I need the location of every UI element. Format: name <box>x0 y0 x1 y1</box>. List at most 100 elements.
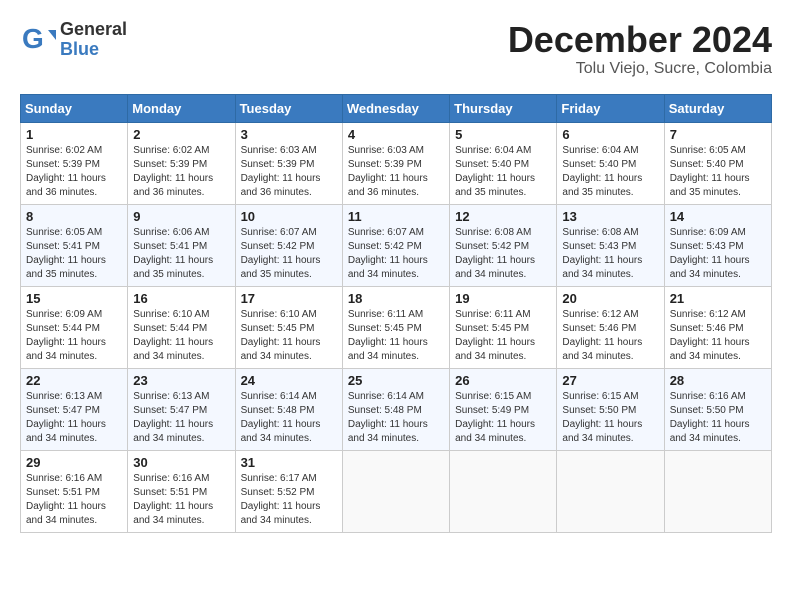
day-number: 1 <box>26 127 122 142</box>
calendar-day-cell: 4 Sunrise: 6:03 AM Sunset: 5:39 PM Daylig… <box>342 122 449 204</box>
calendar-day-cell: 26Sunrise: 6:15 AM Sunset: 5:49 PM Dayli… <box>450 368 557 450</box>
day-details: Sunrise: 6:02 AM Sunset: 5:39 PM Dayligh… <box>133 144 229 200</box>
calendar-day-cell <box>557 450 664 532</box>
day-details: Sunrise: 6:05 AM Sunset: 5:40 PM Dayligh… <box>670 144 766 200</box>
calendar-day-cell: 9 Sunrise: 6:06 AM Sunset: 5:41 PM Daylig… <box>128 204 235 286</box>
calendar-day-cell: 17 Sunrise: 6:10 AM Sunset: 5:45 PM Dayli… <box>235 286 342 368</box>
day-details: Sunrise: 6:07 AM Sunset: 5:42 PM Dayligh… <box>348 226 444 282</box>
day-details: Sunrise: 6:08 AM Sunset: 5:42 PM Dayligh… <box>455 226 551 282</box>
day-number: 17 <box>241 291 337 306</box>
logo-general-text: General <box>60 20 127 40</box>
calendar-day-cell: 13Sunrise: 6:08 AM Sunset: 5:43 PM Dayli… <box>557 204 664 286</box>
day-details: Sunrise: 6:10 AM Sunset: 5:44 PM Dayligh… <box>133 308 229 364</box>
weekday-header: Tuesday <box>235 94 342 122</box>
day-number: 11 <box>348 209 444 224</box>
day-number: 21 <box>670 291 766 306</box>
day-number: 20 <box>562 291 658 306</box>
calendar-day-cell: 24 Sunrise: 6:14 AM Sunset: 5:48 PM Dayli… <box>235 368 342 450</box>
day-details: Sunrise: 6:12 AM Sunset: 5:46 PM Dayligh… <box>670 308 766 364</box>
day-number: 23 <box>133 373 229 388</box>
day-details: Sunrise: 6:16 AM Sunset: 5:51 PM Dayligh… <box>26 472 122 528</box>
weekday-header: Friday <box>557 94 664 122</box>
calendar-day-cell: 25 Sunrise: 6:14 AM Sunset: 5:48 PM Dayli… <box>342 368 449 450</box>
calendar-day-cell: 3Sunrise: 6:03 AM Sunset: 5:39 PM Daylig… <box>235 122 342 204</box>
calendar-day-cell: 18Sunrise: 6:11 AM Sunset: 5:45 PM Dayli… <box>342 286 449 368</box>
title-block: December 2024 Tolu Viejo, Sucre, Colombi… <box>508 20 772 78</box>
calendar-day-cell: 12Sunrise: 6:08 AM Sunset: 5:42 PM Dayli… <box>450 204 557 286</box>
calendar-day-cell: 19 Sunrise: 6:11 AM Sunset: 5:45 PM Dayli… <box>450 286 557 368</box>
calendar-week-row: 15Sunrise: 6:09 AM Sunset: 5:44 PM Dayli… <box>21 286 772 368</box>
day-number: 16 <box>133 291 229 306</box>
day-details: Sunrise: 6:06 AM Sunset: 5:41 PM Dayligh… <box>133 226 229 282</box>
calendar-day-cell: 16 Sunrise: 6:10 AM Sunset: 5:44 PM Dayli… <box>128 286 235 368</box>
calendar-day-cell <box>450 450 557 532</box>
day-number: 19 <box>455 291 551 306</box>
calendar-day-cell: 14 Sunrise: 6:09 AM Sunset: 5:43 PM Dayli… <box>664 204 771 286</box>
day-number: 31 <box>241 455 337 470</box>
day-number: 24 <box>241 373 337 388</box>
day-number: 27 <box>562 373 658 388</box>
calendar-day-cell: 5 Sunrise: 6:04 AM Sunset: 5:40 PM Daylig… <box>450 122 557 204</box>
day-details: Sunrise: 6:03 AM Sunset: 5:39 PM Dayligh… <box>241 144 337 200</box>
svg-text:G: G <box>22 23 44 54</box>
day-details: Sunrise: 6:16 AM Sunset: 5:50 PM Dayligh… <box>670 390 766 446</box>
weekday-header: Sunday <box>21 94 128 122</box>
calendar-day-cell: 20 Sunrise: 6:12 AM Sunset: 5:46 PM Dayli… <box>557 286 664 368</box>
day-number: 29 <box>26 455 122 470</box>
calendar-day-cell: 6 Sunrise: 6:04 AM Sunset: 5:40 PM Daylig… <box>557 122 664 204</box>
day-number: 8 <box>26 209 122 224</box>
day-details: Sunrise: 6:07 AM Sunset: 5:42 PM Dayligh… <box>241 226 337 282</box>
calendar-header-row: SundayMondayTuesdayWednesdayThursdayFrid… <box>21 94 772 122</box>
calendar-day-cell <box>342 450 449 532</box>
calendar-day-cell <box>664 450 771 532</box>
calendar-day-cell: 2 Sunrise: 6:02 AM Sunset: 5:39 PM Daylig… <box>128 122 235 204</box>
calendar-body: 1 Sunrise: 6:02 AM Sunset: 5:39 PM Daylig… <box>21 122 772 532</box>
day-details: Sunrise: 6:11 AM Sunset: 5:45 PM Dayligh… <box>455 308 551 364</box>
day-details: Sunrise: 6:03 AM Sunset: 5:39 PM Dayligh… <box>348 144 444 200</box>
day-details: Sunrise: 6:13 AM Sunset: 5:47 PM Dayligh… <box>26 390 122 446</box>
day-details: Sunrise: 6:13 AM Sunset: 5:47 PM Dayligh… <box>133 390 229 446</box>
day-details: Sunrise: 6:12 AM Sunset: 5:46 PM Dayligh… <box>562 308 658 364</box>
day-details: Sunrise: 6:11 AM Sunset: 5:45 PM Dayligh… <box>348 308 444 364</box>
calendar-day-cell: 8 Sunrise: 6:05 AM Sunset: 5:41 PM Daylig… <box>21 204 128 286</box>
day-details: Sunrise: 6:09 AM Sunset: 5:44 PM Dayligh… <box>26 308 122 364</box>
calendar-day-cell: 1Sunrise: 6:02 AM Sunset: 5:39 PM Daylig… <box>21 122 128 204</box>
calendar-week-row: 1 Sunrise: 6:02 AM Sunset: 5:39 PM Daylig… <box>21 122 772 204</box>
location-title: Tolu Viejo, Sucre, Colombia <box>508 60 772 78</box>
calendar-day-cell: 29 Sunrise: 6:16 AM Sunset: 5:51 PM Dayli… <box>21 450 128 532</box>
calendar-day-cell: 11 Sunrise: 6:07 AM Sunset: 5:42 PM Dayli… <box>342 204 449 286</box>
day-details: Sunrise: 6:16 AM Sunset: 5:51 PM Dayligh… <box>133 472 229 528</box>
day-number: 5 <box>455 127 551 142</box>
day-details: Sunrise: 6:15 AM Sunset: 5:50 PM Dayligh… <box>562 390 658 446</box>
day-number: 26 <box>455 373 551 388</box>
day-details: Sunrise: 6:04 AM Sunset: 5:40 PM Dayligh… <box>455 144 551 200</box>
weekday-header: Monday <box>128 94 235 122</box>
day-details: Sunrise: 6:17 AM Sunset: 5:52 PM Dayligh… <box>241 472 337 528</box>
day-number: 25 <box>348 373 444 388</box>
day-number: 30 <box>133 455 229 470</box>
day-number: 2 <box>133 127 229 142</box>
day-number: 4 <box>348 127 444 142</box>
day-details: Sunrise: 6:05 AM Sunset: 5:41 PM Dayligh… <box>26 226 122 282</box>
day-number: 6 <box>562 127 658 142</box>
day-number: 28 <box>670 373 766 388</box>
calendar-day-cell: 21 Sunrise: 6:12 AM Sunset: 5:46 PM Dayli… <box>664 286 771 368</box>
weekday-header: Wednesday <box>342 94 449 122</box>
day-details: Sunrise: 6:10 AM Sunset: 5:45 PM Dayligh… <box>241 308 337 364</box>
calendar-day-cell: 10Sunrise: 6:07 AM Sunset: 5:42 PM Dayli… <box>235 204 342 286</box>
logo-blue-text: Blue <box>60 40 127 60</box>
calendar-day-cell: 22Sunrise: 6:13 AM Sunset: 5:47 PM Dayli… <box>21 368 128 450</box>
calendar-day-cell: 28 Sunrise: 6:16 AM Sunset: 5:50 PM Dayli… <box>664 368 771 450</box>
day-details: Sunrise: 6:14 AM Sunset: 5:48 PM Dayligh… <box>348 390 444 446</box>
day-number: 9 <box>133 209 229 224</box>
calendar-day-cell: 27 Sunrise: 6:15 AM Sunset: 5:50 PM Dayli… <box>557 368 664 450</box>
calendar-day-cell: 31 Sunrise: 6:17 AM Sunset: 5:52 PM Dayli… <box>235 450 342 532</box>
page-header: G General Blue December 2024 Tolu Viejo,… <box>20 20 772 78</box>
calendar-day-cell: 23 Sunrise: 6:13 AM Sunset: 5:47 PM Dayli… <box>128 368 235 450</box>
calendar-day-cell: 7Sunrise: 6:05 AM Sunset: 5:40 PM Daylig… <box>664 122 771 204</box>
day-details: Sunrise: 6:09 AM Sunset: 5:43 PM Dayligh… <box>670 226 766 282</box>
day-details: Sunrise: 6:14 AM Sunset: 5:48 PM Dayligh… <box>241 390 337 446</box>
day-number: 14 <box>670 209 766 224</box>
weekday-header: Saturday <box>664 94 771 122</box>
day-details: Sunrise: 6:04 AM Sunset: 5:40 PM Dayligh… <box>562 144 658 200</box>
